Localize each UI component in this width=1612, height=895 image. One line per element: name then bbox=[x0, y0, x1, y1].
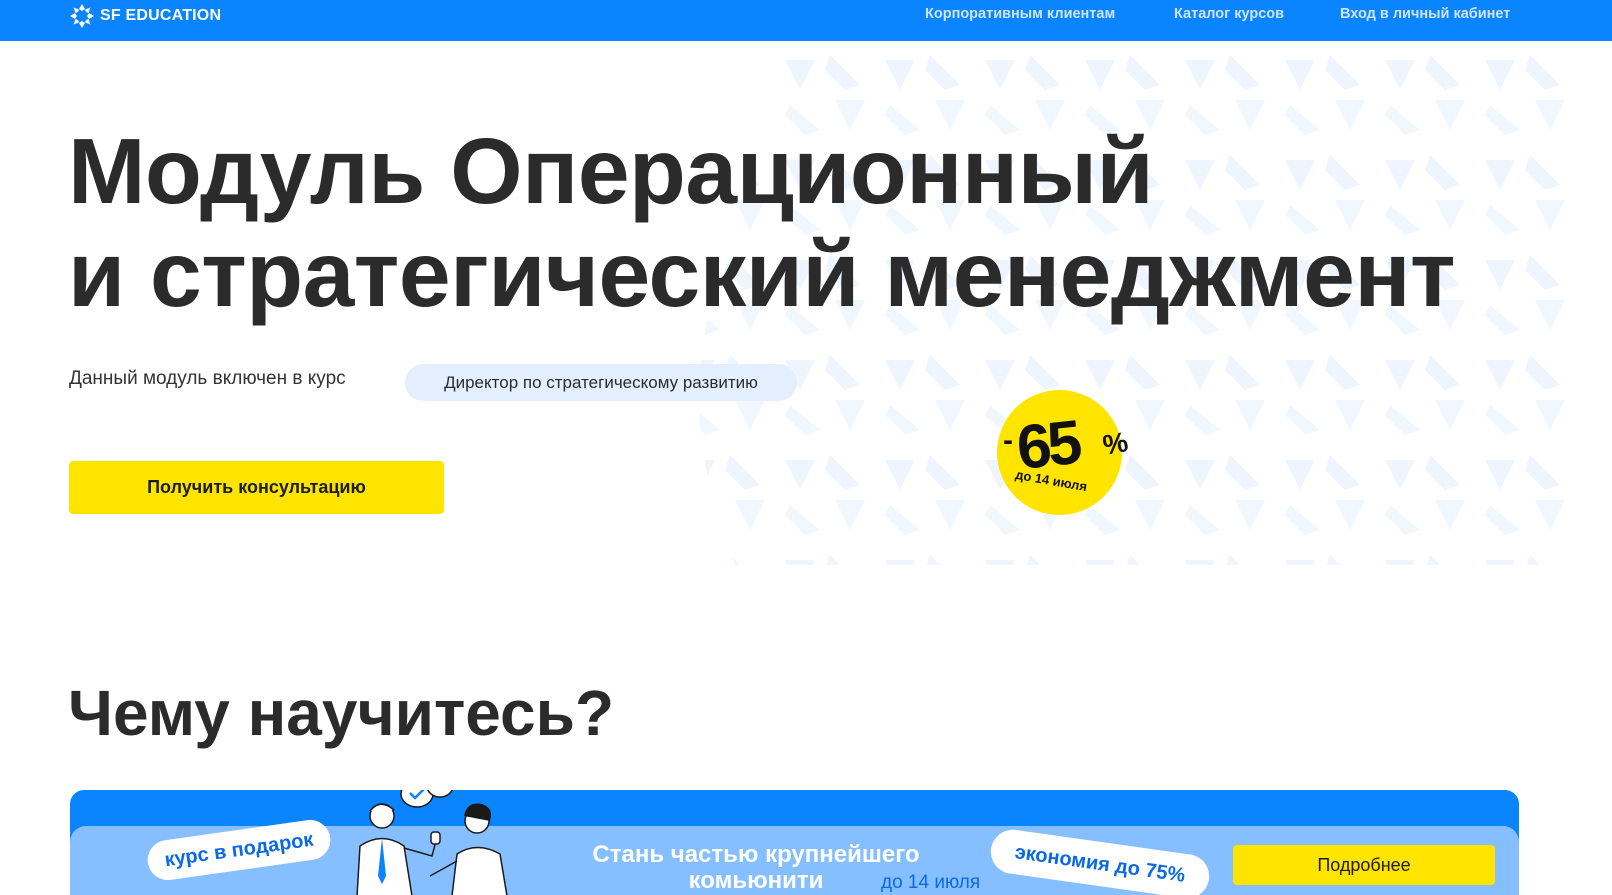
community-promo-banner[interactable]: курс в подарок Стань частью крупнейшего … bbox=[70, 790, 1519, 895]
discount-minus: - bbox=[1003, 424, 1013, 457]
top-navigation-bar: SF EDUCATION Корпоративным клиентам Ката… bbox=[0, 0, 1612, 41]
course-link-chip[interactable]: Директор по стратегическому развитию bbox=[405, 364, 797, 401]
get-consultation-button[interactable]: Получить консультацию bbox=[69, 461, 444, 514]
included-in-course-text: Данный модуль включен в курс bbox=[69, 368, 346, 389]
discount-badge: - 65 % до 14 июля bbox=[997, 390, 1130, 515]
sf-logo-icon bbox=[70, 4, 94, 28]
discount-percent: % bbox=[1100, 426, 1131, 461]
banner-deadline: до 14 июля bbox=[881, 872, 981, 893]
nav-course-catalog[interactable]: Каталог курсов bbox=[1174, 6, 1284, 22]
nav-corporate-clients[interactable]: Корпоративным клиентам bbox=[925, 6, 1115, 22]
people-handshake-illustration bbox=[356, 790, 508, 895]
brand-name: SF EDUCATION bbox=[100, 7, 222, 24]
page-title-line-2: и стратегический менеджмент bbox=[68, 222, 1456, 326]
page-title: Модуль Операционный и стратегический мен… bbox=[68, 120, 1548, 326]
section-title-what-you-learn: Чему научитесь? bbox=[68, 677, 615, 749]
nav-login[interactable]: Вход в личный кабинет bbox=[1340, 6, 1510, 22]
learn-more-button[interactable]: Подробнее bbox=[1233, 845, 1495, 885]
brand-logo[interactable]: SF EDUCATION bbox=[68, 2, 221, 30]
page-title-line-1: Модуль Операционный bbox=[68, 119, 1154, 223]
